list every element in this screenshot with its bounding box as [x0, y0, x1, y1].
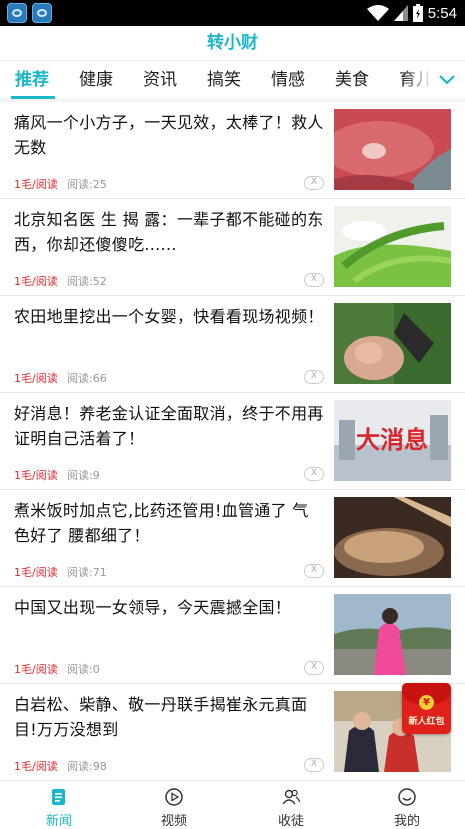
category-tabs: 推荐 健康 资讯 搞笑 情感 美食 育儿 [0, 61, 465, 100]
news-title: 煮米饭时加点它,比药还管用!血管通了 气色好了 腰都细了！ [14, 501, 309, 545]
news-title: 农田地里挖出一个女婴，快看看现场视频！ [14, 307, 324, 326]
reward-label: 1毛/阅读 [14, 372, 58, 385]
dismiss-button[interactable]: X [304, 176, 324, 190]
news-title: 好消息！养老金认证全面取消，终于不用再证明自己活着了！ [14, 404, 324, 448]
read-count: 阅读:52 [67, 275, 107, 288]
list-item[interactable]: 好消息！养老金认证全面取消，终于不用再证明自己活着了！ 1毛/阅读 阅读:9 X… [0, 393, 465, 490]
smile-icon [398, 788, 416, 806]
news-title: 痛风一个小方子，一天见效，太棒了！救人无数 [14, 113, 324, 157]
red-packet-label: 新人红包 [408, 717, 445, 727]
reward-label: 1毛/阅读 [14, 760, 58, 773]
tab-recommend[interactable]: 推荐 [15, 61, 49, 99]
tab-health[interactable]: 健康 [79, 61, 113, 99]
dismiss-button[interactable]: X [304, 564, 324, 578]
news-thumbnail: 大消息 [334, 400, 451, 481]
chevron-down-icon [439, 75, 455, 85]
nav-news[interactable]: 新闻 [19, 781, 99, 829]
news-icon [52, 789, 65, 805]
dismiss-button[interactable]: X [304, 758, 324, 772]
news-title: 白岩松、柴静、敬一丹联手揭崔永元真面目!万万没想到 [14, 695, 308, 739]
new-user-red-packet[interactable]: ¥ 新人红包 [402, 683, 451, 734]
dismiss-button[interactable]: X [304, 467, 324, 481]
tab-funny[interactable]: 搞笑 [207, 61, 241, 99]
coin-icon: ¥ [419, 695, 434, 710]
news-thumbnail [334, 497, 451, 578]
tab-emotion[interactable]: 情感 [271, 61, 305, 99]
reward-label: 1毛/阅读 [14, 178, 58, 191]
news-thumbnail [334, 594, 451, 675]
list-item[interactable]: 痛风一个小方子，一天见效，太棒了！救人无数 1毛/阅读 阅读:25 X [0, 102, 465, 199]
read-count: 阅读:71 [67, 566, 107, 579]
nav-video[interactable]: 视频 [134, 781, 214, 829]
list-item[interactable]: 农田地里挖出一个女婴，快看看现场视频！ 1毛/阅读 阅读:66 X [0, 296, 465, 393]
tab-news[interactable]: 资讯 [143, 61, 177, 99]
dismiss-button[interactable]: X [304, 273, 324, 287]
read-count: 阅读:0 [67, 663, 100, 676]
dismiss-button[interactable]: X [304, 661, 324, 675]
list-item[interactable]: 中国又出现一女领导，今天震撼全国！ 1毛/阅读 阅读:0 X [0, 587, 465, 684]
nav-label: 我的 [393, 814, 420, 829]
list-item[interactable]: 北京知名医 生 揭 露：一辈子都不能碰的东西，你却还傻傻吃...... 1毛/阅… [0, 199, 465, 296]
news-title: 中国又出现一女领导，今天震撼全国！ [14, 598, 292, 617]
reward-label: 1毛/阅读 [14, 469, 58, 482]
app-title: 转小财 [207, 33, 258, 53]
read-count: 阅读:66 [67, 372, 107, 385]
bottom-nav: 新闻 视频 收徒 我的 [0, 780, 465, 829]
reward-label: 1毛/阅读 [14, 566, 58, 579]
status-bar: 5:54 [0, 0, 465, 26]
news-thumbnail [334, 109, 451, 190]
news-thumbnail [334, 303, 451, 384]
reward-label: 1毛/阅读 [14, 275, 58, 288]
tab-food[interactable]: 美食 [335, 61, 369, 99]
notification-app-icon [32, 3, 52, 23]
nav-mine[interactable]: 我的 [367, 781, 447, 829]
clock: 5:54 [427, 4, 457, 22]
nav-label: 视频 [160, 814, 187, 829]
dismiss-button[interactable]: X [304, 370, 324, 384]
read-count: 阅读:98 [67, 760, 107, 773]
users-icon [282, 789, 301, 805]
nav-label: 新闻 [45, 814, 72, 829]
app-header: 转小财 [0, 26, 465, 61]
nav-label: 收徒 [277, 814, 304, 829]
list-item[interactable]: 白岩松、柴静、敬一丹联手揭崔永元真面目!万万没想到 1毛/阅读 阅读:98 X [0, 684, 465, 781]
read-count: 阅读:9 [67, 469, 100, 482]
news-title: 北京知名医 生 揭 露：一辈子都不能碰的东西，你却还傻傻吃...... [14, 210, 324, 254]
battery-icon [412, 4, 423, 22]
list-item[interactable]: 煮米饭时加点它,比药还管用!血管通了 气色好了 腰都细了！ 1毛/阅读 阅读:7… [0, 490, 465, 587]
play-icon [165, 788, 183, 806]
thumbnail-caption: 大消息 [356, 426, 428, 454]
reward-label: 1毛/阅读 [14, 663, 58, 676]
nav-apprentice[interactable]: 收徒 [251, 781, 331, 829]
expand-tabs-button[interactable] [429, 61, 465, 99]
notification-app-icon [7, 3, 27, 23]
signal-icon [393, 5, 408, 21]
wifi-icon [366, 5, 389, 21]
news-list: 痛风一个小方子，一天见效，太棒了！救人无数 1毛/阅读 阅读:25 X 北京知名… [0, 102, 465, 781]
read-count: 阅读:25 [67, 178, 107, 191]
news-thumbnail [334, 206, 451, 287]
